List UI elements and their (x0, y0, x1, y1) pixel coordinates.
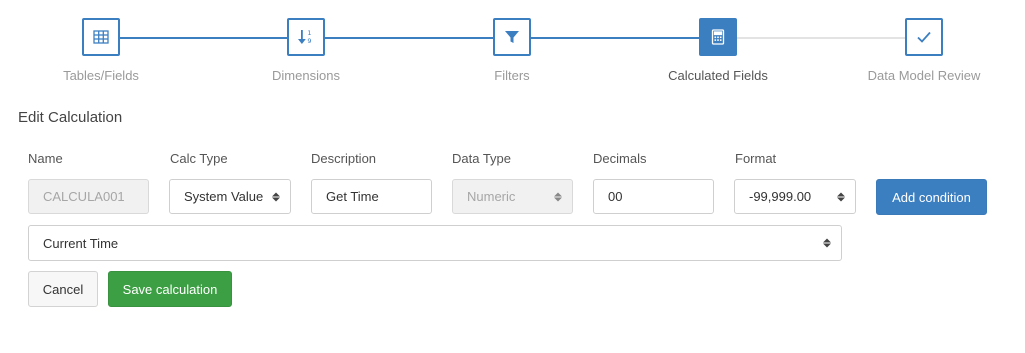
data-type-select: Numeric (452, 179, 573, 214)
description-value: Get Time (326, 189, 379, 204)
format-select[interactable]: -99,999.00 (734, 179, 856, 214)
sort-icon (554, 192, 562, 201)
calculator-icon (699, 18, 737, 56)
decimals-value: 00 (608, 189, 623, 204)
decimals-label: Decimals (593, 151, 647, 166)
name-label: Name (28, 151, 63, 166)
cancel-button[interactable]: Cancel (28, 271, 98, 307)
step-filters[interactable]: Filters (422, 18, 602, 83)
sort-icon (837, 192, 845, 201)
system-value-select[interactable]: Current Time (28, 225, 842, 261)
table-icon (82, 18, 120, 56)
data-type-value: Numeric (467, 189, 516, 204)
sort-numeric-icon: 1 9 (287, 18, 325, 56)
sort-icon (272, 192, 280, 201)
step-dimensions[interactable]: 1 9 Dimensions (216, 18, 396, 83)
description-input[interactable]: Get Time (311, 179, 432, 214)
description-label: Description (311, 151, 377, 166)
calc-type-select[interactable]: System Value (169, 179, 291, 214)
wizard-stepper: Tables/Fields 1 9 Dimensions Filters Cal… (0, 0, 1025, 95)
page-title: Edit Calculation (18, 109, 123, 126)
system-value-value: Current Time (43, 235, 119, 251)
svg-text:9: 9 (307, 37, 311, 45)
name-value: CALCULA001 (43, 189, 125, 204)
format-label: Format (735, 151, 777, 166)
step-label: Filters (494, 68, 530, 83)
name-input: CALCULA001 (28, 179, 149, 214)
decimals-input[interactable]: 00 (593, 179, 714, 214)
save-calculation-button[interactable]: Save calculation (108, 271, 232, 307)
step-data-model-review[interactable]: Data Model Review (834, 18, 1014, 83)
calc-type-value: System Value (184, 189, 264, 204)
step-label: Tables/Fields (63, 68, 139, 83)
filter-icon (493, 18, 531, 56)
data-type-label: Data Type (452, 151, 512, 166)
format-value: -99,999.00 (749, 189, 812, 204)
sort-icon (823, 238, 831, 248)
add-condition-button[interactable]: Add condition (876, 179, 987, 215)
step-label: Dimensions (272, 68, 340, 83)
step-label: Data Model Review (867, 68, 981, 83)
svg-text:1: 1 (307, 29, 311, 37)
step-label: Calculated Fields (668, 68, 768, 83)
step-calculated-fields[interactable]: Calculated Fields (628, 18, 808, 83)
calc-type-label: Calc Type (170, 151, 228, 166)
check-icon (905, 18, 943, 56)
step-tables-fields[interactable]: Tables/Fields (11, 18, 191, 83)
